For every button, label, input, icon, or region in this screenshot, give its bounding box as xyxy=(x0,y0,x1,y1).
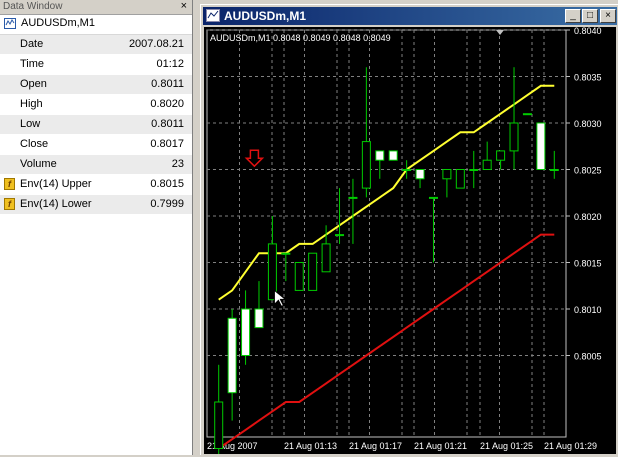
y-tick-label: 0.8035 xyxy=(574,73,602,83)
y-tick-label: 0.8020 xyxy=(574,212,602,222)
data-row-label: Close xyxy=(20,138,49,150)
candle-body xyxy=(482,159,492,170)
candle-body xyxy=(496,150,506,161)
indicator-icon: f xyxy=(4,198,15,210)
data-row: High 0.8020 xyxy=(0,95,192,115)
chart-info-line: AUDUSDm,M1 0.8048 0.8049 0.8048 0.8049 xyxy=(210,33,391,43)
candle-body xyxy=(415,169,425,180)
candle-body xyxy=(308,252,318,291)
data-window-symbol: AUDUSDm,M1 xyxy=(21,17,95,29)
data-row-value: 0.8011 xyxy=(151,78,184,90)
close-button[interactable]: × xyxy=(600,9,616,23)
chart-svg[interactable]: 0.8040 0.8035 0.8030 0.8025 0.8020 0.8015 0.80… xyxy=(204,26,616,457)
minimize-button[interactable]: _ xyxy=(565,9,581,23)
data-row-value: 0.8015 xyxy=(150,178,184,190)
data-row-label: Open xyxy=(20,78,47,90)
indicator-icon: f xyxy=(4,178,15,190)
chart-window: AUDUSDm,M1 _ □ × 0.8040 0.8035 0.8030 0.802… xyxy=(200,4,618,457)
y-tick-label: 0.8030 xyxy=(574,119,602,129)
data-row-value: 0.8020 xyxy=(150,98,184,110)
data-window-titlebar[interactable]: Data Window × xyxy=(0,0,192,15)
data-row: Date 2007.08.21 xyxy=(0,35,192,55)
y-tick-label: 0.8025 xyxy=(574,166,602,176)
candle-body xyxy=(549,169,559,171)
data-row-label: High xyxy=(20,98,43,110)
candle-body xyxy=(375,150,385,161)
x-tick-label: 21 Aug 01:17 xyxy=(349,441,402,451)
candle-body xyxy=(348,196,358,199)
x-tick-label: 21 Aug 01:25 xyxy=(480,441,533,451)
data-row-value: 2007.08.21 xyxy=(128,38,184,50)
maximize-button[interactable]: □ xyxy=(582,9,598,23)
y-tick-label: 0.8010 xyxy=(574,305,602,315)
candle-body xyxy=(536,122,546,170)
data-window-rows: Date 2007.08.21 Time 01:12 Open 0.8011 High 0.8… xyxy=(0,35,192,215)
candle-body xyxy=(361,141,371,189)
data-row-label: Time xyxy=(20,58,45,70)
candle-body xyxy=(281,252,291,255)
data-row: f Env(14) Lower 0.7999 xyxy=(0,195,192,215)
candle-body xyxy=(321,243,331,273)
x-tick-label: 21 Aug 01:29 xyxy=(544,441,597,451)
candle-body xyxy=(388,150,398,161)
data-row: Low 0.8011 xyxy=(0,115,192,135)
data-row-value: 0.8017 xyxy=(150,138,184,150)
candle-body xyxy=(469,169,479,171)
candle-body xyxy=(254,308,264,329)
candle-body xyxy=(241,308,251,356)
data-row-value: 0.8011 xyxy=(151,118,184,130)
data-window-title: Data Window xyxy=(3,1,63,12)
y-tick-label: 0.8015 xyxy=(574,259,602,269)
data-row-value: 01:12 xyxy=(156,58,184,70)
candle-body xyxy=(455,169,465,189)
data-row: f Env(14) Upper 0.8015 xyxy=(0,175,192,195)
chart-window-title: AUDUSDm,M1 xyxy=(224,9,307,23)
y-tick-label: 0.8040 xyxy=(574,27,602,36)
data-window: Data Window × AUDUSDm,M1 Date 2007.08.21 T… xyxy=(0,0,193,455)
data-row-label: Volume xyxy=(20,158,57,170)
close-icon[interactable]: × xyxy=(181,0,187,12)
candle-body xyxy=(509,122,519,152)
price-chart[interactable]: 0.8040 0.8035 0.8030 0.8025 0.8020 0.8015 0.80… xyxy=(204,26,616,457)
chart-icon xyxy=(4,18,16,29)
data-row: Open 0.8011 xyxy=(0,75,192,95)
chart-window-titlebar[interactable]: AUDUSDm,M1 _ □ × xyxy=(203,7,617,25)
candle-body xyxy=(214,401,224,449)
data-window-symbol-row: AUDUSDm,M1 xyxy=(0,14,192,35)
data-row-label: Env(14) Upper xyxy=(20,178,92,190)
data-row-value: 23 xyxy=(171,158,184,170)
candle-body xyxy=(428,196,438,199)
data-row-label: Date xyxy=(20,38,44,50)
y-tick-label: 0.8005 xyxy=(574,352,602,362)
candle-body xyxy=(335,234,345,237)
chart-background xyxy=(204,27,616,454)
data-row: Time 01:12 xyxy=(0,55,192,75)
chart-window-icon xyxy=(206,9,220,22)
candle-body xyxy=(402,169,412,171)
data-row: Close 0.8017 xyxy=(0,135,192,155)
x-tick-label: 21 Aug 01:13 xyxy=(284,441,337,451)
candle-body xyxy=(522,113,532,116)
candle-body xyxy=(442,169,452,180)
data-row: Volume 23 xyxy=(0,155,192,175)
candle-body xyxy=(227,317,237,394)
data-row-label: Env(14) Lower xyxy=(20,198,92,210)
data-row-label: Low xyxy=(20,118,41,130)
x-tick-label: 21 Aug 01:21 xyxy=(414,441,467,451)
candle-body xyxy=(294,262,304,291)
data-row-value: 0.7999 xyxy=(150,198,184,210)
